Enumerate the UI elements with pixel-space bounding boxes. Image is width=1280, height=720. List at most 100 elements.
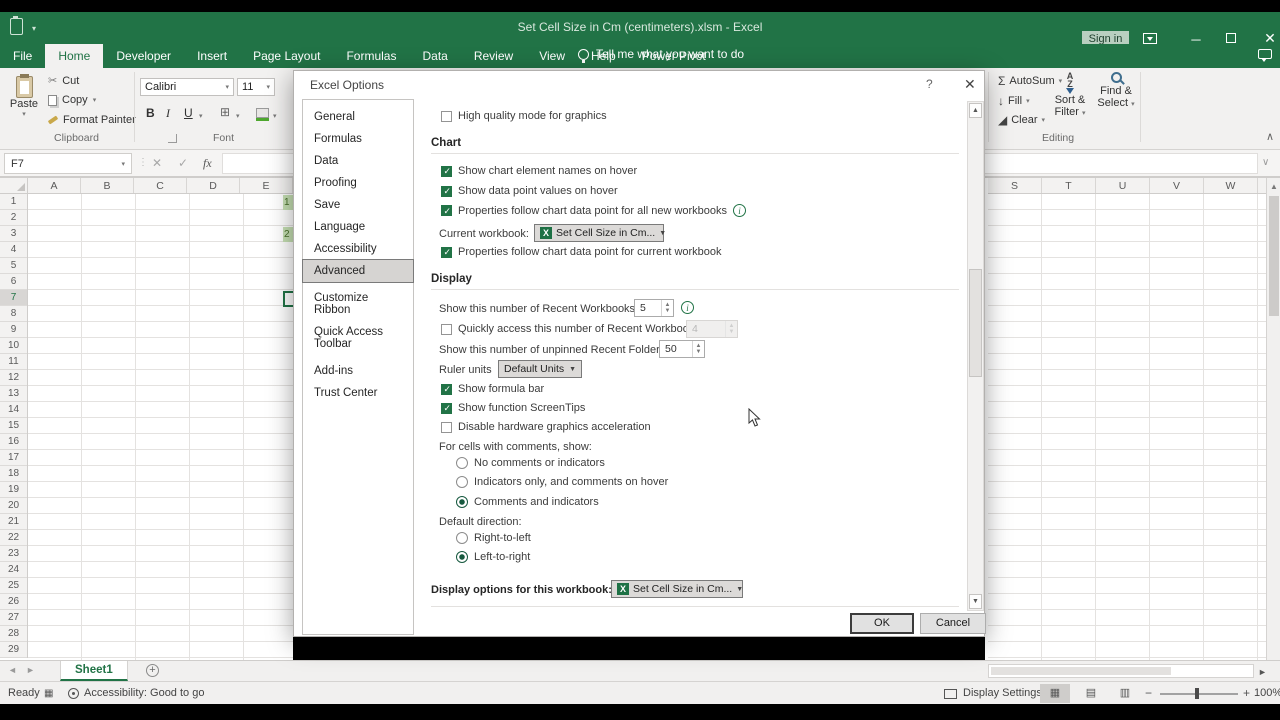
dialog-sidebar-item[interactable]: Formulas [303, 128, 413, 150]
cut-button[interactable]: ✂ Cut [48, 74, 79, 87]
display-settings-button[interactable]: Display Settings [944, 687, 1042, 699]
column-header[interactable]: C [134, 178, 187, 193]
macro-record-icon[interactable]: ▦ [44, 688, 53, 699]
row-header[interactable]: 24 [0, 562, 27, 578]
dialog-sidebar-item[interactable]: Add-ins [303, 360, 413, 382]
borders-button[interactable]: ⊞ [220, 105, 230, 119]
underline-caret-icon[interactable]: ▾ [199, 112, 203, 120]
ribbon-tab[interactable]: Data [409, 44, 460, 68]
row-header[interactable]: 15 [0, 418, 27, 434]
worksheet-left[interactable]: ABCDE 1234567891011121314151617181920212… [0, 178, 293, 660]
vertical-scrollbar[interactable]: ▲ [1266, 178, 1280, 660]
dialog-sidebar-item[interactable]: Customize Ribbon [303, 287, 413, 321]
fill-button[interactable]: ↓ Fill ▾ [998, 94, 1030, 108]
spinner-arrows-icon[interactable]: ▲▼ [692, 341, 704, 357]
row-header[interactable]: 26 [0, 594, 27, 610]
sheet-nav-right-icon[interactable]: ► [26, 665, 35, 675]
ribbon-tab[interactable]: Review [461, 44, 526, 68]
row-header[interactable]: 13 [0, 386, 27, 402]
restore-button[interactable] [1226, 33, 1236, 43]
checkbox-function-screentips[interactable]: Show function ScreenTips [441, 402, 585, 414]
ok-button[interactable]: OK [850, 613, 914, 634]
enter-entry-icon[interactable]: ✓ [178, 156, 188, 170]
dialog-close-icon[interactable]: ✕ [964, 76, 976, 93]
column-header[interactable]: B [81, 178, 134, 193]
checkbox-quick-access-recent[interactable]: Quickly access this number of Recent Wor… [441, 323, 703, 335]
dialog-sidebar-item[interactable]: General [303, 106, 413, 128]
expand-formula-bar-icon[interactable]: ∨ [1262, 157, 1269, 168]
row-header[interactable]: 1 [0, 194, 27, 210]
column-header[interactable]: S [988, 178, 1042, 193]
row-header[interactable]: 7 [0, 290, 27, 306]
row-header[interactable]: 28 [0, 626, 27, 642]
sheet-tab[interactable]: Sheet1 [60, 661, 128, 681]
dialog-sidebar-item[interactable]: Save [303, 194, 413, 216]
view-page-layout-button[interactable]: ▤ [1076, 684, 1106, 703]
info-icon[interactable]: i [733, 204, 746, 217]
view-normal-button[interactable]: ▦ [1040, 684, 1070, 703]
row-header[interactable]: 23 [0, 546, 27, 562]
ribbon-tab[interactable]: Insert [184, 44, 240, 68]
horizontal-scrollbar[interactable] [988, 664, 1254, 678]
zoom-slider-thumb[interactable] [1195, 688, 1199, 699]
copy-button[interactable]: Copy ▾ [48, 94, 96, 106]
dialog-sidebar-item[interactable]: Trust Center [303, 382, 413, 404]
fill-color-button[interactable] [256, 108, 269, 118]
row-header[interactable]: 18 [0, 466, 27, 482]
row-header[interactable]: 8 [0, 306, 27, 322]
cancel-button[interactable]: Cancel [920, 613, 986, 634]
green-cell-f3[interactable]: 2 [283, 227, 293, 242]
underline-button[interactable]: U [184, 106, 193, 120]
column-headers-left[interactable]: ABCDE [28, 178, 293, 194]
row-header[interactable]: 9 [0, 322, 27, 338]
checkbox-properties-current-workbook[interactable]: Properties follow chart data point for c… [441, 246, 722, 258]
row-header[interactable]: 20 [0, 498, 27, 514]
ribbon-display-options-icon[interactable] [1143, 33, 1157, 44]
column-header[interactable]: W [1204, 178, 1258, 193]
workbook-display-dropdown[interactable]: X Set Cell Size in Cm... ▼ [611, 580, 743, 598]
dialog-sidebar-item[interactable]: Language [303, 216, 413, 238]
checkbox-properties-new-workbooks[interactable]: Properties follow chart data point for a… [441, 204, 746, 217]
borders-caret-icon[interactable]: ▾ [236, 112, 240, 120]
insert-function-icon[interactable]: fx [203, 156, 212, 171]
fill-color-caret-icon[interactable]: ▾ [273, 112, 277, 120]
checkbox-show-formula-bar[interactable]: Show formula bar [441, 383, 544, 395]
accessibility-status[interactable]: Accessibility: Good to go [68, 687, 204, 699]
zoom-level[interactable]: 100% [1254, 687, 1280, 699]
grid-left[interactable] [28, 194, 293, 660]
font-size-dropdown[interactable]: 11 ▾ [237, 78, 275, 96]
zoom-slider-track[interactable] [1160, 693, 1238, 695]
name-box[interactable]: F7 ▾ [4, 153, 132, 174]
row-header[interactable]: 22 [0, 530, 27, 546]
column-header[interactable]: T [1042, 178, 1096, 193]
row-header[interactable]: 5 [0, 258, 27, 274]
row-header[interactable]: 25 [0, 578, 27, 594]
checkbox-disable-hardware-acceleration[interactable]: Disable hardware graphics acceleration [441, 421, 651, 433]
dialog-scroll-down-icon[interactable]: ▼ [969, 594, 982, 609]
vertical-scroll-thumb[interactable] [1269, 196, 1279, 316]
radio-indicators-only[interactable]: Indicators only, and comments on hover [456, 476, 668, 488]
row-header[interactable]: 2 [0, 210, 27, 226]
selected-cell-f7[interactable] [283, 291, 293, 307]
column-headers-right[interactable]: STUVW [988, 178, 1266, 194]
row-header[interactable]: 12 [0, 370, 27, 386]
row-header[interactable]: 21 [0, 514, 27, 530]
scroll-up-icon[interactable]: ▲ [1267, 182, 1280, 191]
radio-comments-and-indicators[interactable]: Comments and indicators [456, 496, 599, 508]
collapse-ribbon-icon[interactable]: ∧ [1266, 130, 1274, 143]
checkbox-chart-element-names[interactable]: Show chart element names on hover [441, 165, 637, 177]
dialog-sidebar-item[interactable]: Quick Access Toolbar [303, 321, 413, 355]
worksheet-right[interactable]: STUVW [985, 178, 1266, 660]
row-header[interactable]: 3 [0, 226, 27, 242]
dialog-sidebar-item[interactable]: Advanced [303, 260, 413, 282]
checkbox-data-point-values[interactable]: Show data point values on hover [441, 185, 618, 197]
column-header[interactable]: D [187, 178, 240, 193]
find-select-button[interactable]: Find & Select ▾ [1094, 72, 1138, 111]
row-header[interactable]: 16 [0, 434, 27, 450]
cancel-entry-icon[interactable]: ✕ [152, 156, 162, 170]
row-header[interactable]: 4 [0, 242, 27, 258]
column-header[interactable]: E [240, 178, 293, 193]
ruler-units-dropdown[interactable]: Default Units ▼ [498, 360, 582, 378]
clear-button[interactable]: ◢ Clear ▾ [998, 113, 1045, 127]
checkbox-high-quality-graphics[interactable]: High quality mode for graphics [441, 110, 607, 122]
